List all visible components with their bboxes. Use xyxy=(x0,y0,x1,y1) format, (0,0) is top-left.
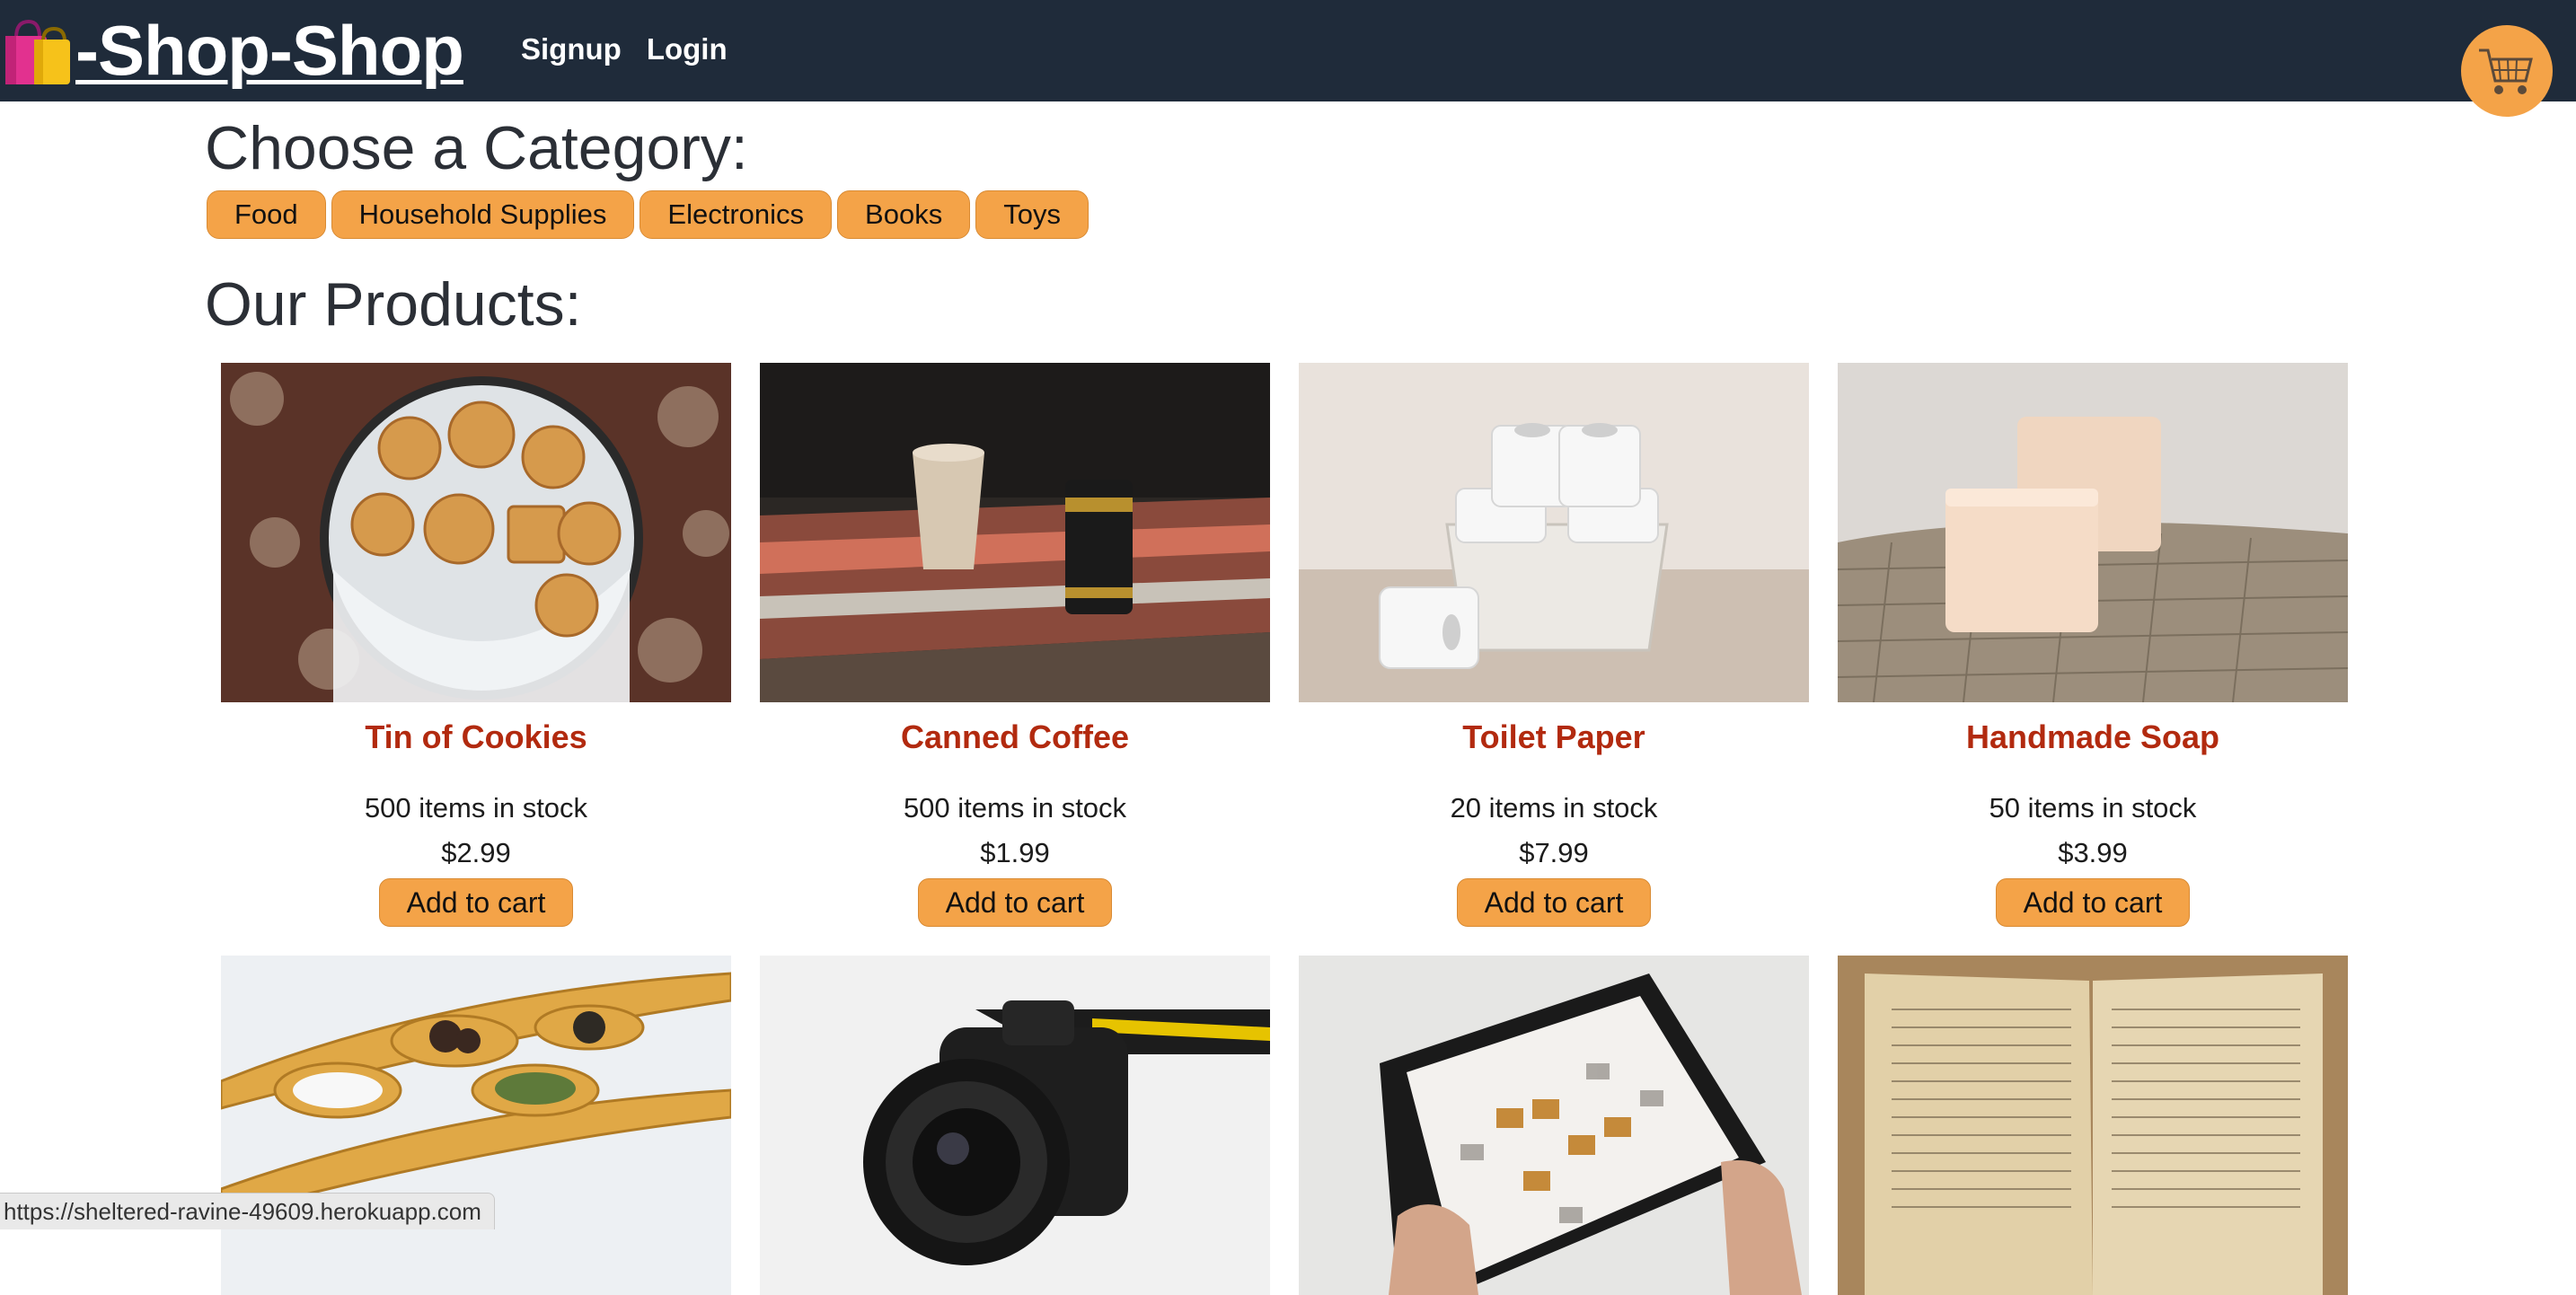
login-link[interactable]: Login xyxy=(647,32,728,66)
product-card xyxy=(221,956,731,1295)
stock-text: 50 items in stock xyxy=(1989,792,2197,824)
price-text: $2.99 xyxy=(441,837,511,868)
nav-links: Signup Login xyxy=(521,32,728,66)
stock-text: 20 items in stock xyxy=(1450,792,1658,824)
soap-photo[interactable] xyxy=(1838,363,2348,702)
status-bar-url: https://sheltered-ravine-49609.herokuapp… xyxy=(0,1193,495,1229)
product-card: Tin of Cookies 500 items in stock $2.99 … xyxy=(221,363,731,927)
signup-link[interactable]: Signup xyxy=(521,32,622,66)
category-button-household-supplies[interactable]: Household Supplies xyxy=(331,190,635,239)
brand-link[interactable]: -Shop-Shop xyxy=(4,11,464,90)
category-button-toys[interactable]: Toys xyxy=(975,190,1089,239)
shopping-bags-icon xyxy=(5,19,70,84)
camera-photo[interactable] xyxy=(760,956,1270,1295)
spoons-photo[interactable] xyxy=(221,956,731,1295)
product-name[interactable]: Canned Coffee xyxy=(760,718,1270,756)
category-button-food[interactable]: Food xyxy=(207,190,326,239)
stock-text: 500 items in stock xyxy=(364,792,588,824)
cart-button[interactable] xyxy=(2461,25,2553,117)
price-text: $1.99 xyxy=(980,837,1050,868)
toilet-paper-photo[interactable] xyxy=(1299,363,1809,702)
product-card xyxy=(760,956,1270,1295)
add-to-cart-button[interactable]: Add to cart xyxy=(917,878,1113,927)
product-card xyxy=(1299,956,1809,1295)
cookies-photo[interactable] xyxy=(221,363,731,702)
category-list: Food Household Supplies Electronics Book… xyxy=(207,190,1089,239)
stock-text: 500 items in stock xyxy=(903,792,1127,824)
product-name[interactable]: Handmade Soap xyxy=(1838,718,2348,756)
product-card: Canned Coffee 500 items in stock $1.99 A… xyxy=(760,363,1270,927)
product-name[interactable]: Toilet Paper xyxy=(1299,718,1809,756)
category-heading: Choose a Category: xyxy=(205,114,748,182)
product-card: Toilet Paper 20 items in stock $7.99 Add… xyxy=(1299,363,1809,927)
category-button-books[interactable]: Books xyxy=(837,190,971,239)
add-to-cart-button[interactable]: Add to cart xyxy=(1456,878,1652,927)
product-name[interactable]: Tin of Cookies xyxy=(221,718,731,756)
shopping-cart-icon xyxy=(2479,48,2533,94)
add-to-cart-button[interactable]: Add to cart xyxy=(378,878,574,927)
add-to-cart-button[interactable]: Add to cart xyxy=(1995,878,2191,927)
category-button-electronics[interactable]: Electronics xyxy=(640,190,833,239)
product-card: Handmade Soap 50 items in stock $3.99 Ad… xyxy=(1838,363,2348,927)
tablet-photo[interactable] xyxy=(1299,956,1809,1295)
top-navbar: -Shop-Shop Signup Login xyxy=(0,0,2576,117)
price-text: $3.99 xyxy=(2058,837,2128,868)
products-heading: Our Products: xyxy=(205,270,582,339)
price-text: $7.99 xyxy=(1519,837,1589,868)
coffee-photo[interactable] xyxy=(760,363,1270,702)
product-card xyxy=(1838,956,2348,1295)
book-photo[interactable] xyxy=(1838,956,2348,1295)
brand-title: -Shop-Shop xyxy=(75,10,464,90)
